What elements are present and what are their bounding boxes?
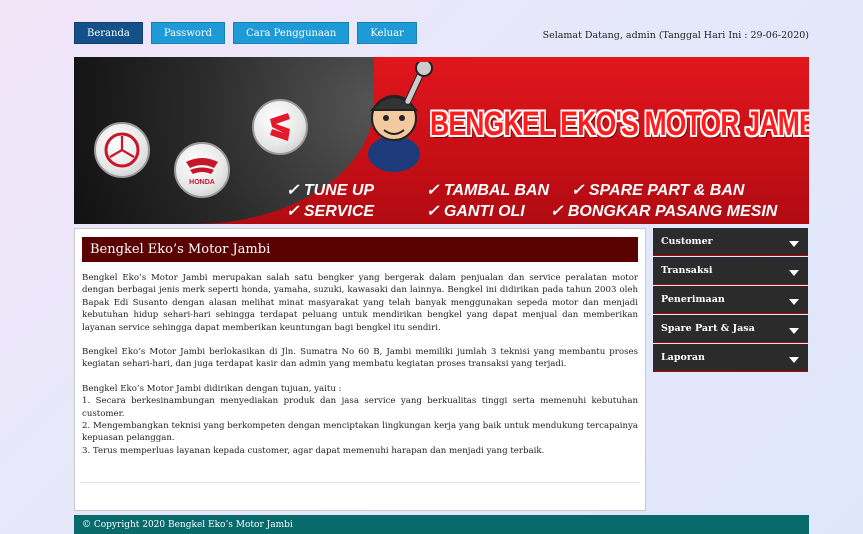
welcome-text: Selamat Datang, admin (Tanggal Hari Ini … <box>542 30 809 41</box>
goal-item: 1. Secara berkesinambungan menyediakan p… <box>82 396 638 419</box>
suzuki-s-icon <box>270 113 290 141</box>
content-paragraph-2: Bengkel Eko’s Motor Jambi berlokasikan d… <box>82 347 638 370</box>
service-service: ✓ SERVICE <box>286 203 375 220</box>
header-banner: HONDA BENGKEL EKO'S MOTOR JAMBI ✓ TUNE U… <box>74 57 809 224</box>
goal-item: 2. Mengembangkan teknisi yang berkompete… <box>82 421 638 444</box>
nav-beranda-button[interactable]: Beranda <box>74 22 143 44</box>
content-body: Bengkel Eko’s Motor Jambi merupakan sala… <box>75 262 645 457</box>
nav-password-button[interactable]: Password <box>150 22 226 44</box>
main-content: Bengkel Eko’s Motor Jambi Bengkel Eko’s … <box>74 228 646 511</box>
sidebar-item-laporan[interactable]: Laporan <box>653 344 808 372</box>
top-nav: Beranda Password Cara Penggunaan Keluar <box>74 22 417 44</box>
copyright-text: © Copyright 2020 Bengkel Eko’s Motor Jam… <box>82 519 293 530</box>
caret-down-icon <box>789 327 799 334</box>
goals-intro: Bengkel Eko’s Motor Jambi didirikan deng… <box>82 383 342 394</box>
honda-logo-icon: HONDA <box>174 142 230 198</box>
service-tune-up: ✓ TUNE UP <box>286 182 375 199</box>
goal-item: 3. Terus memperluas layanan kepada custo… <box>82 445 545 456</box>
yamaha-tuning-fork-icon <box>104 132 140 168</box>
suzuki-logo-icon <box>252 99 308 155</box>
honda-wing-icon: HONDA <box>186 158 218 186</box>
yamaha-logo-icon <box>94 122 150 178</box>
caret-down-icon <box>789 356 799 363</box>
sidebar-item-label: Laporan <box>661 352 705 363</box>
sidebar-item-transaksi[interactable]: Transaksi <box>653 257 808 285</box>
content-title: Bengkel Eko’s Motor Jambi <box>82 237 638 262</box>
nav-cara-penggunaan-button[interactable]: Cara Penggunaan <box>233 22 350 44</box>
sidebar-item-label: Penerimaan <box>661 294 725 305</box>
service-tambal-ban: ✓ TAMBAL BAN <box>426 182 550 199</box>
sidebar-item-label: Spare Part & Jasa <box>661 323 755 334</box>
caret-down-icon <box>789 298 799 305</box>
caret-down-icon <box>789 240 799 247</box>
honda-label: HONDA <box>189 179 215 186</box>
service-bongkar: ✓ BONGKAR PASANG MESIN <box>550 203 778 220</box>
sidebar-item-label: Transaksi <box>661 265 713 276</box>
content-divider <box>81 482 639 483</box>
nav-keluar-button[interactable]: Keluar <box>357 22 417 44</box>
banner-title: BENGKEL EKO'S MOTOR JAMBI <box>430 105 809 143</box>
caret-down-icon <box>789 269 799 276</box>
footer: © Copyright 2020 Bengkel Eko’s Motor Jam… <box>74 515 809 534</box>
content-paragraph-1: Bengkel Eko’s Motor Jambi merupakan sala… <box>82 273 638 333</box>
sidebar-item-spare-part-jasa[interactable]: Spare Part & Jasa <box>653 315 808 343</box>
service-spare-part: ✓ SPARE PART & BAN <box>571 182 745 199</box>
sidebar-menu: Customer Transaksi Penerimaan Spare Part… <box>653 228 808 373</box>
sidebar-item-customer[interactable]: Customer <box>653 228 808 256</box>
sidebar-item-label: Customer <box>661 236 713 247</box>
service-ganti-oli: ✓ GANTI OLI <box>426 203 525 220</box>
sidebar-item-penerimaan[interactable]: Penerimaan <box>653 286 808 314</box>
goals-list: Bengkel Eko’s Motor Jambi didirikan deng… <box>82 383 638 457</box>
mechanic-mascot-icon <box>354 59 434 176</box>
